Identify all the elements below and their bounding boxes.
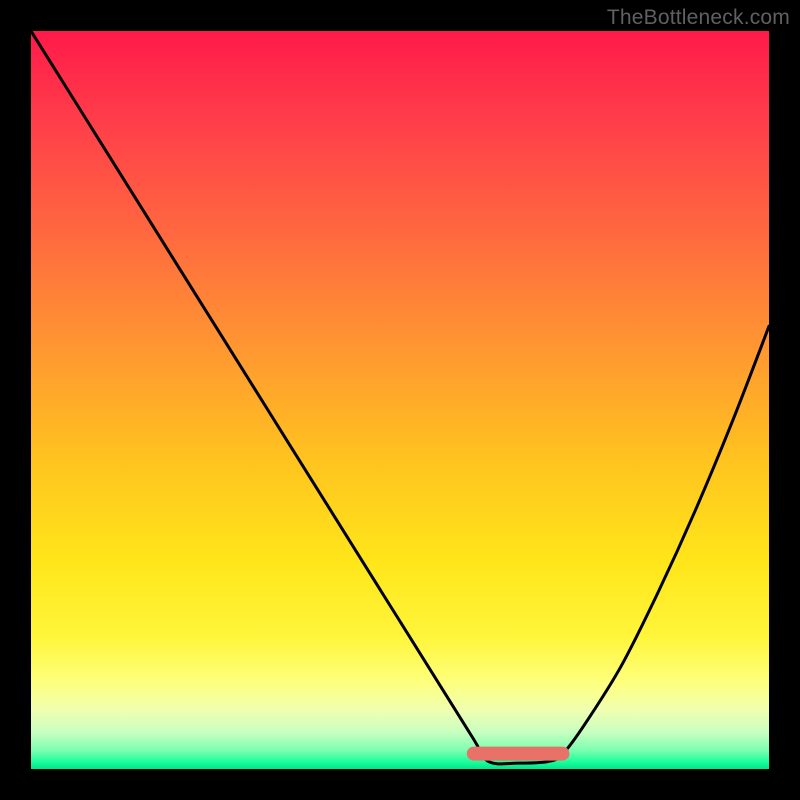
bottleneck-curve — [31, 31, 769, 764]
watermark-text: TheBottleneck.com — [607, 6, 790, 30]
chart-frame: TheBottleneck.com — [0, 0, 800, 800]
curve-layer — [31, 31, 769, 769]
plot-area — [31, 31, 769, 769]
